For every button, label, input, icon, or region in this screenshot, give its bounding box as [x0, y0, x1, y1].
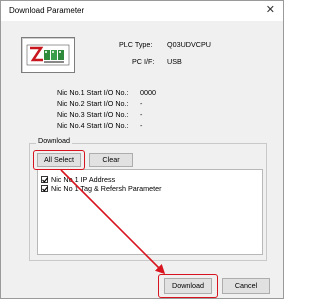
checklist-item-label: Nic No 1 IP Address — [51, 175, 116, 184]
nic4-label: Nic No.4 Start I/O No.: — [57, 121, 129, 130]
checklist-item[interactable]: Nic No 1 IP Address — [41, 175, 115, 184]
title-bar: Download Parameter ✕ — [1, 1, 283, 21]
window-title: Download Parameter — [9, 6, 85, 15]
plc-type-label: PLC Type: — [119, 40, 153, 49]
checklist-item-label: Nic No 1 Tag & Refersh Parameter — [51, 184, 162, 193]
download-parameter-dialog: Download Parameter ✕ PLC Type: Q03UDVCPU… — [0, 0, 284, 299]
checkbox[interactable] — [41, 185, 48, 192]
cancel-button[interactable]: Cancel — [222, 278, 270, 294]
clear-button[interactable]: Clear — [89, 153, 133, 167]
checkmark-icon — [42, 186, 48, 192]
download-group-label: Download — [36, 136, 72, 145]
close-icon[interactable]: ✕ — [266, 3, 275, 16]
nic3-label: Nic No.3 Start I/O No.: — [57, 110, 129, 119]
download-highlight — [158, 274, 218, 298]
pc-if-value: USB — [167, 57, 182, 66]
checkbox[interactable] — [41, 176, 48, 183]
nic1-label: Nic No.1 Start I/O No.: — [57, 88, 129, 97]
pc-if-label: PC I/F: — [132, 57, 155, 66]
all-select-highlight — [33, 150, 85, 170]
plc-module-icon — [26, 44, 70, 66]
nic3-value: - — [140, 110, 143, 119]
checkmark-icon — [42, 177, 48, 183]
nic2-label: Nic No.2 Start I/O No.: — [57, 99, 129, 108]
nic4-value: - — [140, 121, 143, 130]
nic1-value: 0000 — [140, 88, 156, 97]
plc-logo-image — [21, 37, 75, 73]
nic2-value: - — [140, 99, 143, 108]
checklist-item[interactable]: Nic No 1 Tag & Refersh Parameter — [41, 184, 162, 193]
plc-type-value: Q03UDVCPU — [167, 40, 211, 49]
